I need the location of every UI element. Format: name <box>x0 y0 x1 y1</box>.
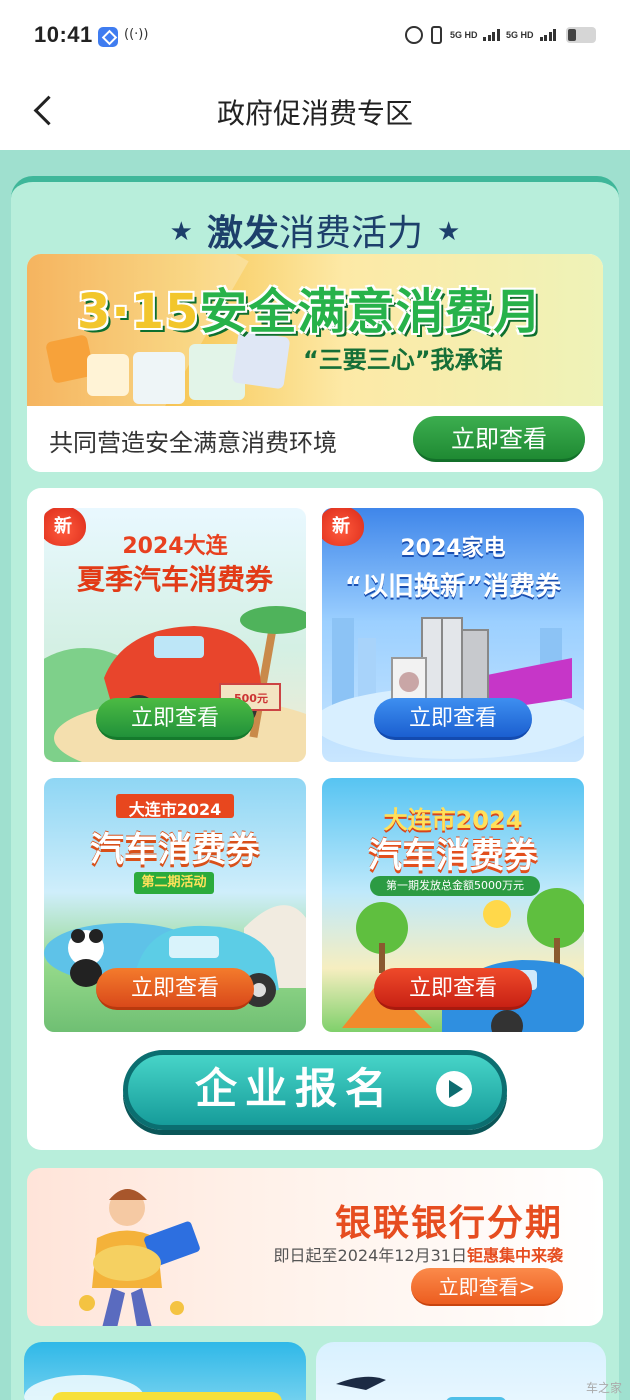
tile-year-label: 2024大连 <box>122 534 228 559</box>
network-label-1: 5G HD <box>449 29 478 40</box>
nav-bar: 政府促消费专区 <box>0 72 630 150</box>
network-label-2: 5G HD <box>505 29 534 40</box>
cube-illustration <box>87 354 129 396</box>
tile-name-label: 汽车消费券 <box>368 836 538 876</box>
tile-phase-label: 第二期活动 <box>134 872 214 894</box>
unionpay-subtitle: 即日起至2024年12月31日钜惠集中来袭 <box>273 1246 563 1265</box>
coupon-tile-appliance-tradein[interactable]: 新 2024家电 “以旧换新”消费券 立即查看 <box>322 508 584 762</box>
person-illustration <box>79 1189 200 1326</box>
banner-315-description: 共同营造安全满意消费环境 <box>49 429 337 457</box>
bottom-promo-card-1[interactable] <box>24 1342 306 1400</box>
banner-315-image: 3·15安全满意消费月 “三要三心”我承诺 <box>27 254 603 406</box>
alarm-icon <box>404 26 423 44</box>
star-icon: ★ <box>169 217 193 247</box>
status-bar: 10:41 ((·)) 5G HD 5G HD <box>0 0 630 72</box>
tile-name-label: “以旧换新”消费券 <box>344 572 562 602</box>
enterprise-enroll-button[interactable]: 企业报名 <box>123 1050 507 1130</box>
tile-year-label: 大连市2024 <box>128 800 222 819</box>
star-icon: ★ <box>437 217 461 247</box>
section-title-rest: 消费活力 <box>279 213 424 254</box>
vibrate-icon <box>430 26 442 44</box>
view-now-button[interactable]: 立即查看 <box>96 968 254 1010</box>
banner-315-footer: 共同营造安全满意消费环境 立即查看 <box>27 406 603 472</box>
view-now-button[interactable]: 立即查看 <box>413 416 585 462</box>
tile-name-label: 夏季汽车消费券 <box>76 563 273 596</box>
tile-note-label: 第一期发放总金额5000万元 <box>370 876 540 896</box>
banner-315[interactable]: 3·15安全满意消费月 “三要三心”我承诺 共同营造安全满意消费环境 立即查看 <box>27 254 603 472</box>
tile-name-label: 汽车消费券 <box>90 830 260 870</box>
view-now-button[interactable]: 立即查看> <box>411 1268 563 1306</box>
signal-icon-1 <box>483 29 500 41</box>
coupon-tile-dalian-car-phase2[interactable]: 大连市2024 汽车消费券 第二期活动 立即查看 <box>44 778 306 1032</box>
view-now-button[interactable]: 立即查看 <box>374 968 532 1010</box>
app-notification-icon <box>98 27 118 47</box>
section-header: ★ 激发消费活力 ★ <box>11 204 619 256</box>
banner-315-title: 3·15安全满意消费月 <box>77 284 543 340</box>
nfc-icon: ((·)) <box>124 27 149 42</box>
section-title-bold: 激发 <box>206 213 279 254</box>
enroll-label: 企业报名 <box>194 1064 395 1113</box>
cloud-illustration <box>24 1375 282 1400</box>
view-now-button[interactable]: 立即查看 <box>374 698 532 740</box>
watermark: 车之家 <box>585 1381 622 1395</box>
unionpay-title: 银联银行分期 <box>334 1203 563 1244</box>
page-title: 政府促消费专区 <box>216 97 413 130</box>
view-now-button[interactable]: 立即查看 <box>96 698 254 740</box>
status-right-group: 5G HD 5G HD <box>404 26 596 44</box>
banner-315-subtitle: “三要三心”我承诺 <box>303 346 503 374</box>
coupon-tile-dalian-car-phase1[interactable]: 大连市2024 汽车消费券 第一期发放总金额5000万元 立即查看 <box>322 778 584 1032</box>
status-time: 10:41 <box>34 22 93 47</box>
coupon-tile-summer-car[interactable]: 新 2024大连 夏季汽车消费券 500元 立即查看 <box>44 508 306 762</box>
battery-icon <box>566 27 596 43</box>
play-circle-icon <box>436 1071 472 1107</box>
cube-illustration <box>133 352 185 404</box>
bottom-promo-card-2[interactable] <box>316 1342 606 1400</box>
unionpay-installment-banner[interactable]: 银联银行分期 即日起至2024年12月31日钜惠集中来袭 立即查看> <box>27 1168 603 1326</box>
swallow-illustration <box>336 1376 506 1400</box>
signal-icon-2 <box>539 29 556 41</box>
coupon-grid-card: 新 2024大连 夏季汽车消费券 500元 立即查看 新 2024家电 “以旧换… <box>27 488 603 1150</box>
tile-year-label: 2024家电 <box>400 536 506 561</box>
